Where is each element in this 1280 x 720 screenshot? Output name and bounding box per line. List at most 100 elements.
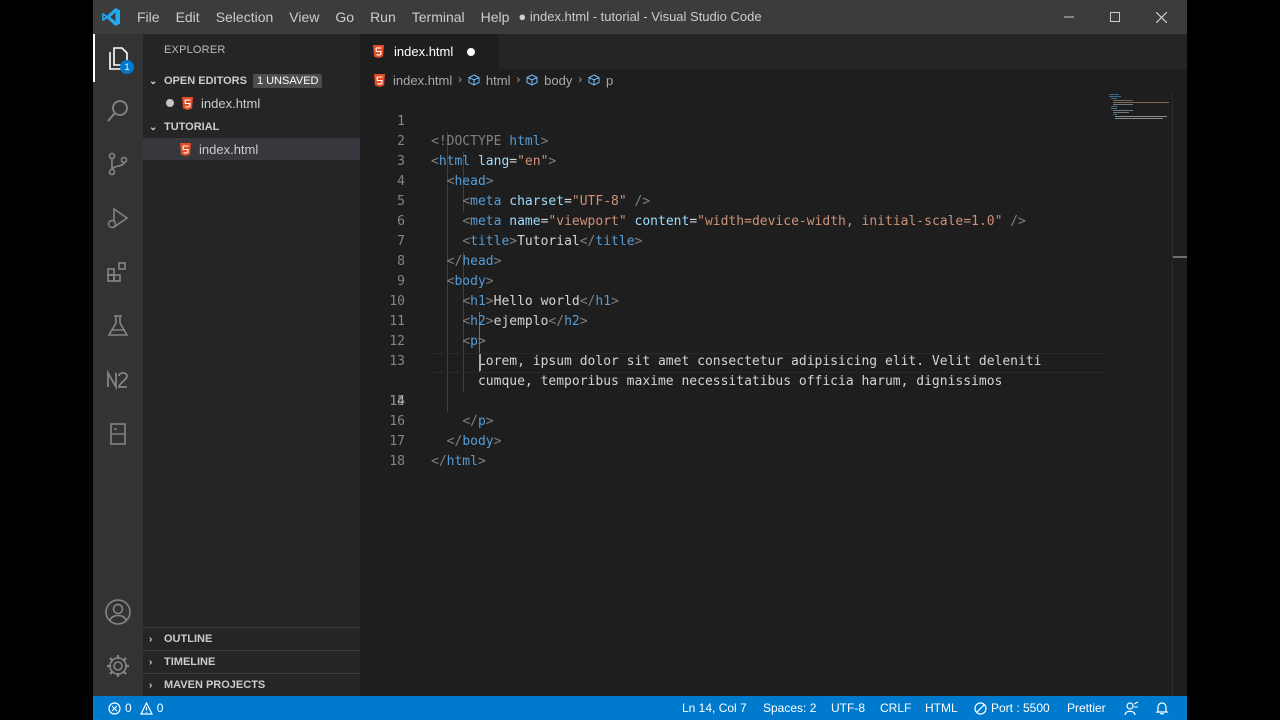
live-server-port[interactable]: Port : 5500 — [974, 696, 1050, 720]
n2-icon — [107, 369, 128, 391]
text-cursor — [479, 354, 481, 371]
code-line: 2 <html lang="en"> — [360, 112, 1187, 169]
code-line: 9 <h1>Hello world</h1> — [360, 252, 1187, 309]
code-line: 11 <p> — [360, 292, 1187, 349]
breadcrumb-file[interactable]: index.html — [393, 73, 452, 88]
prettier-status[interactable]: Prettier — [1067, 696, 1106, 720]
search-button[interactable] — [93, 87, 143, 135]
remote-explorer-icon — [110, 423, 126, 445]
maximize-button[interactable] — [1092, 0, 1138, 34]
encoding[interactable]: UTF-8 — [831, 696, 865, 720]
bell-icon — [1155, 702, 1169, 715]
tutorial-folder-header[interactable]: ⌄ TUTORIAL — [143, 116, 360, 138]
folder-file-item[interactable]: index.html — [143, 138, 360, 160]
code-line: 13 cumque, temporibus maxime necessitati… — [360, 332, 1187, 389]
breadcrumb-p[interactable]: p — [606, 73, 613, 88]
unsaved-dot-icon — [166, 99, 174, 107]
outline-label: OUTLINE — [164, 633, 213, 645]
chevron-right-icon: › — [458, 74, 462, 86]
extensions-button[interactable] — [93, 248, 143, 296]
element-cube-icon — [526, 74, 538, 86]
feedback-button[interactable] — [1124, 696, 1139, 720]
timeline-header[interactable]: › TIMELINE — [143, 650, 360, 673]
unsaved-dot-icon[interactable] — [467, 47, 476, 56]
port-label: Port : 5500 — [991, 701, 1050, 715]
code-line-current: 14 — [360, 352, 1187, 409]
code-line: 7 </head> — [360, 212, 1187, 269]
close-button[interactable] — [1138, 0, 1184, 34]
run-debug-button[interactable] — [93, 194, 143, 242]
code-line: 5 <meta name="viewport" content="width=d… — [360, 172, 1187, 229]
chevron-down-icon: ⌄ — [149, 75, 158, 87]
chevron-right-icon: › — [149, 679, 153, 691]
open-editor-filename: index.html — [201, 95, 261, 111]
explorer-badge: 1 — [120, 60, 134, 74]
menu-go[interactable]: Go — [327, 9, 362, 25]
menu-view[interactable]: View — [281, 9, 327, 25]
vertical-scrollbar[interactable] — [1172, 92, 1187, 696]
minimap[interactable] — [1109, 92, 1171, 122]
explorer-button[interactable]: 1 — [93, 34, 143, 82]
cursor-position[interactable]: Ln 14, Col 7 — [682, 696, 747, 720]
maximize-icon — [1110, 12, 1120, 22]
breadcrumb-body[interactable]: body — [544, 73, 572, 88]
breadcrumb: index.html › html › body › p — [360, 69, 1187, 91]
timeline-label: TIMELINE — [164, 656, 216, 668]
close-icon — [1155, 11, 1167, 23]
code-line: 12 Lorem, ipsum dolor sit amet consectet… — [360, 312, 1187, 369]
vscode-window: File Edit Selection View Go Run Terminal… — [93, 0, 1187, 720]
minimize-button[interactable] — [1046, 0, 1092, 34]
n2-button[interactable] — [93, 356, 143, 404]
vscode-logo-icon — [102, 8, 120, 26]
open-editors-header[interactable]: ⌄ OPEN EDITORS 1 UNSAVED — [143, 70, 360, 92]
end-of-line[interactable]: CRLF — [880, 696, 911, 720]
error-icon — [108, 701, 121, 715]
source-control-button[interactable] — [93, 140, 143, 188]
folder-filename: index.html — [199, 141, 259, 157]
code-line: 6 <title>Tutorial</title> — [360, 192, 1187, 249]
menu-run[interactable]: Run — [362, 9, 404, 25]
element-cube-icon — [588, 74, 600, 86]
language-mode[interactable]: HTML — [925, 696, 958, 720]
current-line-highlight — [430, 353, 1104, 373]
menu-selection[interactable]: Selection — [208, 9, 282, 25]
testing-button[interactable] — [93, 302, 143, 350]
remote-explorer-button[interactable] — [93, 410, 143, 458]
code-editor[interactable]: 1 <!DOCTYPE html> 2 <html lang="en"> 3 <… — [360, 92, 1187, 696]
error-count: 0 — [125, 701, 132, 715]
chevron-right-icon: › — [516, 74, 521, 86]
maven-label: MAVEN PROJECTS — [164, 679, 266, 691]
scrollbar-cursor-marker — [1173, 256, 1187, 258]
indentation[interactable]: Spaces: 2 — [763, 696, 816, 720]
maven-projects-header[interactable]: › MAVEN PROJECTS — [143, 673, 360, 696]
chevron-right-icon: › — [578, 74, 583, 86]
testing-icon — [107, 315, 129, 336]
account-button[interactable] — [93, 588, 143, 636]
open-editor-item[interactable]: index.html — [143, 92, 360, 114]
chevron-right-icon: › — [149, 633, 153, 645]
folder-label: TUTORIAL — [164, 121, 220, 133]
manage-gear-icon — [107, 655, 129, 677]
html5-file-icon — [373, 45, 384, 58]
problems-indicator[interactable]: 0 0 — [108, 696, 163, 720]
code-line: 4 <meta charset="UTF-8" /> — [360, 152, 1187, 209]
manage-button[interactable] — [93, 642, 143, 690]
open-editors-label: OPEN EDITORS — [164, 75, 247, 87]
menu-file[interactable]: File — [129, 9, 168, 25]
outline-header[interactable]: › OUTLINE — [143, 627, 360, 650]
line-number: 18 — [389, 454, 405, 469]
menu-help[interactable]: Help — [473, 9, 518, 25]
code-line: 16 </body> — [360, 392, 1187, 449]
code-line: 10 <h2>ejemplo</h2> — [360, 272, 1187, 329]
feedback-person-icon — [1124, 701, 1139, 715]
html5-file-icon — [374, 73, 385, 87]
menu-terminal[interactable]: Terminal — [404, 9, 473, 25]
notifications-button[interactable] — [1155, 696, 1169, 720]
tab-index-html[interactable]: index.html — [360, 34, 499, 69]
breadcrumb-html[interactable]: html — [486, 73, 511, 88]
html5-file-icon — [182, 96, 193, 110]
menu-edit[interactable]: Edit — [168, 9, 208, 25]
element-cube-icon — [468, 74, 480, 86]
token-bracket: > — [477, 454, 486, 469]
code-line: 1 <!DOCTYPE html> — [360, 92, 1187, 149]
